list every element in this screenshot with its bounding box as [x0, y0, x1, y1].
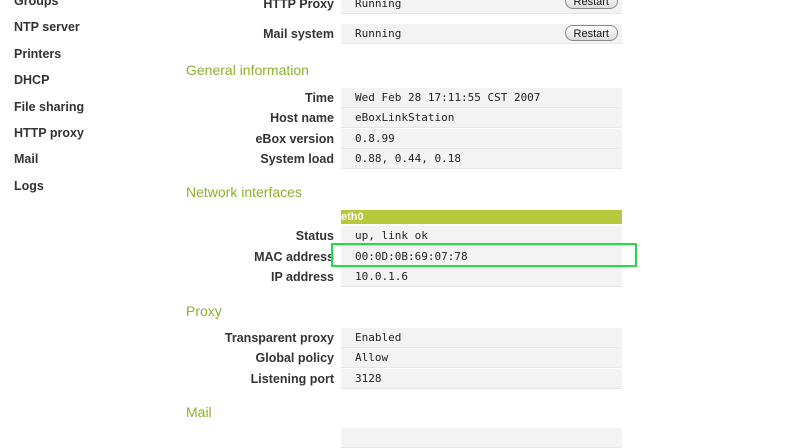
info-row-host-name: Host name eBoxLinkStation — [186, 108, 622, 128]
sidebar-item-mail[interactable]: Mail — [14, 146, 164, 172]
info-value: 0.88, 0.44, 0.18 — [341, 149, 622, 169]
sidebar-nav: Groups NTP server Printers DHCP File sha… — [14, 0, 164, 199]
mail-value-partial — [341, 428, 622, 448]
network-row-ip-address: IP address 10.0.1.6 — [186, 267, 622, 287]
info-value: Wed Feb 28 17:11:55 CST 2007 — [341, 88, 622, 108]
network-label: MAC address — [254, 250, 334, 264]
section-title-general-information: General information — [186, 62, 309, 78]
proxy-row-listening-port: Listening port 3128 — [186, 369, 622, 389]
info-label: Time — [305, 91, 334, 105]
proxy-row-global-policy: Global policy Allow — [186, 348, 622, 368]
proxy-value: Allow — [341, 348, 622, 368]
proxy-value: Enabled — [341, 328, 622, 348]
sidebar-item-ntp-server[interactable]: NTP server — [14, 14, 164, 40]
sidebar-item-printers[interactable]: Printers — [14, 41, 164, 67]
proxy-label: Global policy — [255, 351, 335, 365]
info-value: eBoxLinkStation — [341, 108, 622, 128]
info-label: System load — [260, 152, 334, 166]
service-label: Mail system — [263, 27, 334, 41]
sidebar-item-groups[interactable]: Groups — [14, 0, 164, 14]
proxy-label: Listening port — [250, 372, 334, 386]
info-value: 0.8.99 — [341, 129, 622, 149]
network-value: 10.0.1.6 — [341, 267, 622, 287]
mail-row-partial — [186, 428, 622, 448]
sidebar-item-logs[interactable]: Logs — [14, 173, 164, 199]
info-row-system-load: System load 0.88, 0.44, 0.18 — [186, 149, 622, 169]
proxy-label: Transparent proxy — [224, 331, 334, 345]
mac-address-highlight-box — [331, 243, 637, 267]
info-label: eBox version — [255, 132, 334, 146]
info-label: Host name — [270, 111, 334, 125]
sidebar-item-http-proxy[interactable]: HTTP proxy — [14, 120, 164, 146]
proxy-value: 3128 — [341, 369, 622, 389]
service-row-http-proxy: HTTP Proxy Running Restart — [186, 0, 622, 14]
section-title-network-interfaces: Network interfaces — [186, 184, 302, 200]
service-label: HTTP Proxy — [263, 0, 334, 11]
service-row-mail-system: Mail system Running Restart — [186, 24, 622, 44]
info-row-ebox-version: eBox version 0.8.99 — [186, 129, 622, 149]
sidebar-item-dhcp[interactable]: DHCP — [14, 67, 164, 93]
sidebar-item-file-sharing[interactable]: File sharing — [14, 94, 164, 120]
section-title-mail: Mail — [186, 404, 212, 420]
network-label: Status — [295, 229, 334, 243]
network-label: IP address — [270, 270, 334, 284]
interface-header-eth0: eth0 — [341, 210, 622, 224]
restart-mail-system-button[interactable]: Restart — [564, 25, 618, 41]
proxy-row-transparent-proxy: Transparent proxy Enabled — [186, 328, 622, 348]
section-title-proxy: Proxy — [186, 303, 222, 319]
info-row-time: Time Wed Feb 28 17:11:55 CST 2007 — [186, 88, 622, 108]
restart-http-proxy-button[interactable]: Restart — [564, 0, 618, 9]
